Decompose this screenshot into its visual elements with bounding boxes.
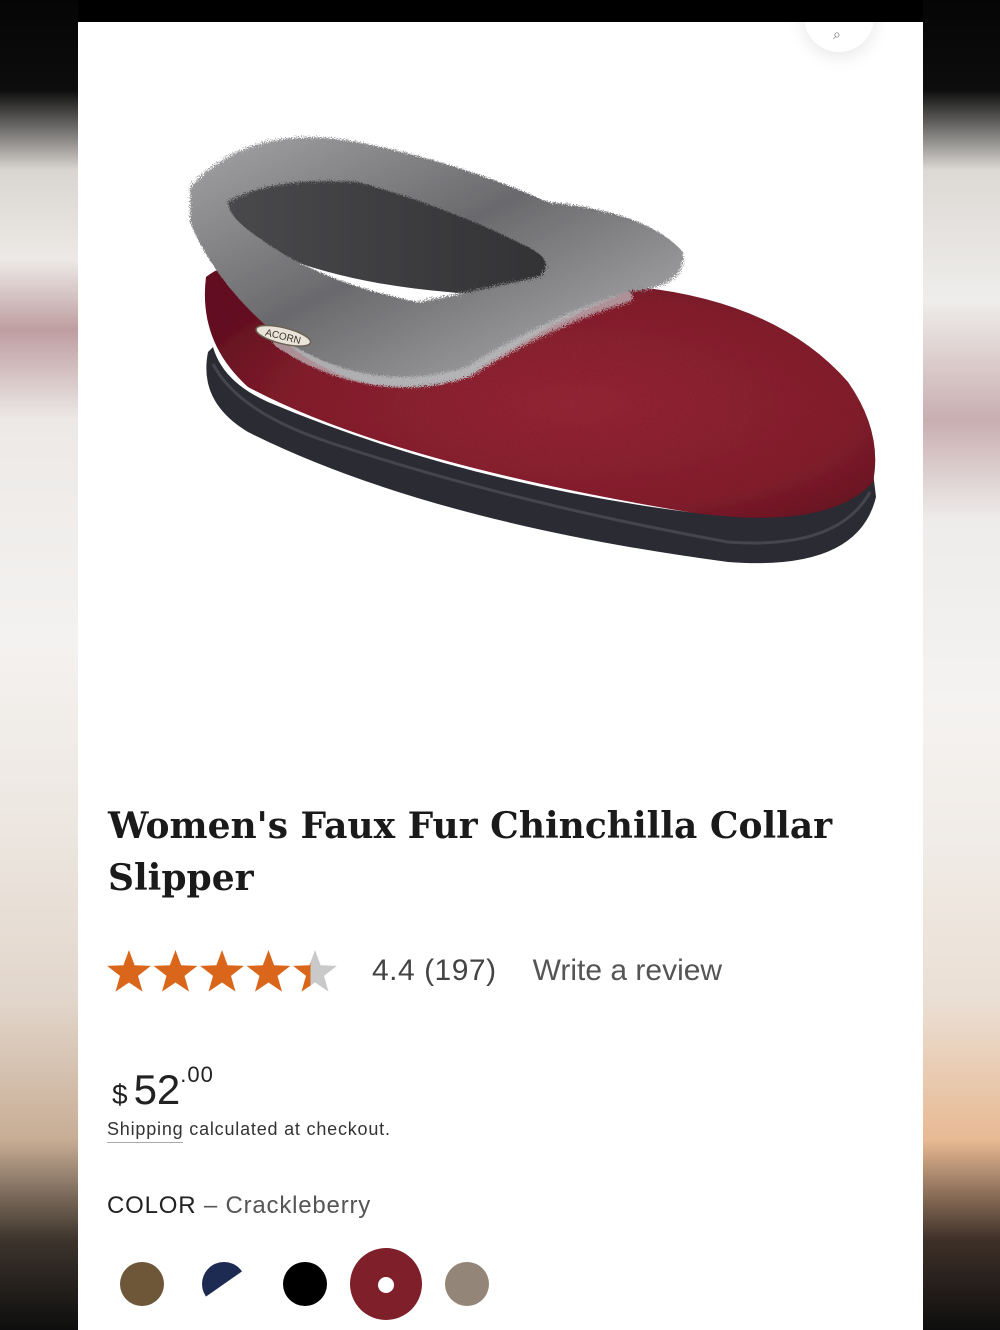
rating-row: 4.4 (197) Write a review (106, 946, 722, 996)
backdrop-left (0, 0, 78, 1330)
product-image[interactable]: ACORN (128, 102, 888, 602)
price-currency: $ (112, 1079, 128, 1110)
price-cents: .00 (180, 1062, 214, 1087)
star-icon (200, 950, 244, 992)
selected-color-name: Crackleberry (225, 1192, 372, 1219)
product-card: ⌕ ACORN Women's Faux Fur Chinchilla Coll… (78, 22, 923, 1330)
zoom-button[interactable]: ⌕ (804, 22, 874, 52)
selected-indicator (378, 1277, 394, 1293)
star-icon (107, 950, 151, 992)
backdrop-right (922, 0, 1000, 1330)
color-selector-label: COLOR – Crackleberry (107, 1192, 371, 1220)
zoom-icon: ⌕ (833, 26, 841, 42)
color-swatch-brown[interactable] (120, 1262, 164, 1306)
color-swatch-taupe[interactable] (445, 1262, 489, 1306)
top-bar (78, 0, 923, 22)
rating-summary: 4.4 (197) (372, 954, 497, 988)
shipping-link[interactable]: Shipping (107, 1119, 184, 1143)
color-swatches (78, 1244, 923, 1324)
shipping-text: calculated at checkout. (183, 1119, 391, 1139)
price: $52.00 (112, 1062, 214, 1114)
color-label: COLOR (107, 1192, 197, 1219)
color-swatch-black[interactable] (283, 1262, 327, 1306)
rating-count: (197) (424, 954, 497, 987)
price-main: 52 (133, 1066, 181, 1113)
star-rating[interactable] (106, 948, 338, 994)
star-icon (293, 950, 337, 992)
star-icon (246, 950, 291, 992)
color-swatch-navy[interactable] (202, 1262, 246, 1300)
write-review-link[interactable]: Write a review (533, 954, 723, 988)
color-dash: – (196, 1192, 226, 1219)
color-swatch-crackleberry-selected[interactable] (350, 1248, 422, 1320)
shipping-note: Shipping calculated at checkout. (107, 1119, 391, 1143)
product-title: Women's Faux Fur Chinchilla Collar Slipp… (108, 805, 833, 899)
star-icon (153, 950, 198, 992)
rating-value: 4.4 (372, 954, 416, 987)
